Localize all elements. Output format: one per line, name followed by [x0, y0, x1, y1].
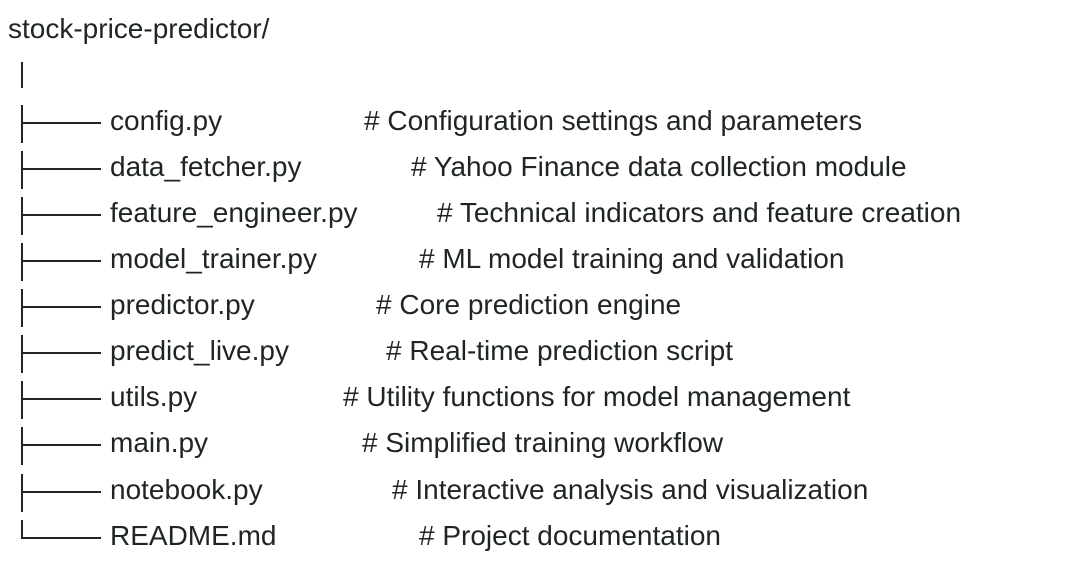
file-comment: # Project documentation: [419, 520, 721, 551]
tree-branch: [21, 377, 101, 419]
file-comment: # Yahoo Finance data collection module: [411, 151, 907, 182]
tree-branch: [21, 470, 101, 512]
file-row: utils.py # Utility functions for model m…: [0, 377, 1066, 419]
tree-branch: [21, 285, 101, 327]
tree-pipe: [21, 62, 23, 88]
tree-branch: [21, 101, 101, 143]
file-name: data_fetcher.py: [110, 151, 302, 182]
file-name: main.py: [110, 427, 209, 458]
file-row: data_fetcher.py # Yahoo Finance data col…: [0, 147, 1066, 189]
tree-branch: [21, 331, 101, 373]
tree-branch: [21, 423, 101, 465]
file-row: main.py # Simplified training workflow: [0, 423, 1066, 465]
file-row: notebook.py # Interactive analysis and v…: [0, 470, 1066, 512]
file-row: README.md # Project documentation: [0, 516, 1066, 556]
file-comment: # Technical indicators and feature creat…: [437, 197, 962, 228]
file-comment: # Configuration settings and parameters: [364, 105, 863, 136]
file-comment: # Utility functions for model management: [343, 381, 851, 412]
file-comment: # Simplified training workflow: [362, 427, 724, 458]
file-row: predictor.py # Core prediction engine: [0, 285, 1066, 327]
file-comment: # Core prediction engine: [376, 289, 682, 320]
file-row: model_trainer.py # ML model training and…: [0, 239, 1066, 281]
file-comment: # Real-time prediction script: [386, 335, 734, 366]
tree-branch-last: [21, 516, 101, 556]
file-name: notebook.py: [110, 474, 263, 505]
tree-root: stock-price-predictor/: [8, 13, 270, 44]
file-name: feature_engineer.py: [110, 197, 358, 228]
file-row: feature_engineer.py # Technical indicato…: [0, 193, 1066, 235]
tree-branch: [21, 147, 101, 189]
file-name: predictor.py: [110, 289, 255, 320]
file-name: predict_live.py: [110, 335, 289, 366]
tree-branch: [21, 193, 101, 235]
file-name: model_trainer.py: [110, 243, 318, 274]
file-row: predict_live.py # Real-time prediction s…: [0, 331, 1066, 373]
file-name: utils.py: [110, 381, 198, 412]
file-name: config.py: [110, 105, 223, 136]
file-comment: # Interactive analysis and visualization: [392, 474, 869, 505]
file-row: config.py # Configuration settings and p…: [0, 101, 1066, 143]
file-comment: # ML model training and validation: [419, 243, 845, 274]
file-name: README.md: [110, 520, 277, 551]
tree-branch: [21, 239, 101, 281]
